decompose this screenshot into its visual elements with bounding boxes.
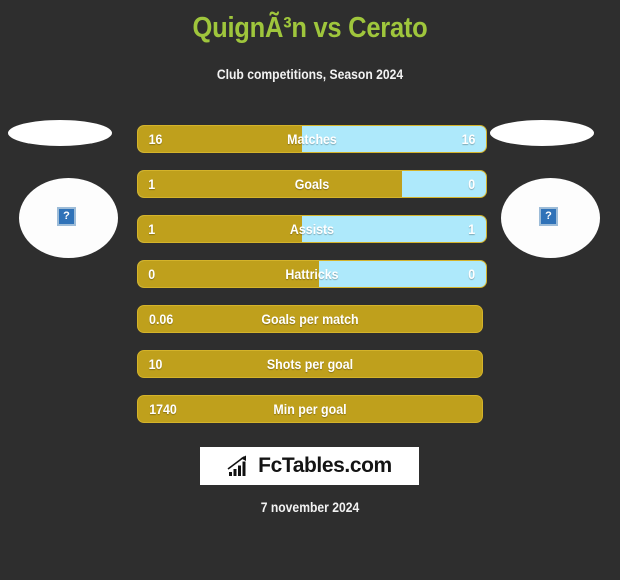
stat-bar: 1 Goals 0 bbox=[137, 170, 487, 198]
page-subtitle: Club competitions, Season 2024 bbox=[216, 67, 404, 82]
stat-value-right: 0 bbox=[468, 266, 476, 282]
stat-label: Matches bbox=[287, 131, 337, 147]
broken-image-icon: ? bbox=[57, 207, 76, 226]
stat-bar: 1740 Min per goal bbox=[137, 395, 483, 423]
stat-label: Assists bbox=[289, 221, 335, 237]
stat-value-right: 0 bbox=[468, 176, 476, 192]
stat-bar: 16 Matches 16 bbox=[137, 125, 487, 153]
broken-image-icon: ? bbox=[539, 207, 558, 226]
page-title: QuignÃ³n vs Cerato bbox=[192, 12, 428, 44]
player-right-avatar: ? bbox=[490, 112, 608, 262]
stat-bars-list: 16 Matches 16 1 Goals 0 1 Assists 1 0 Hattricks 0 0.… bbox=[137, 125, 487, 440]
stat-bar: 1 Assists 1 bbox=[137, 215, 487, 243]
bar-chart-trend-icon bbox=[227, 455, 247, 476]
stat-label: Min per goal bbox=[273, 401, 347, 417]
player-left-shadow-ellipse bbox=[8, 120, 112, 146]
player-right-shadow-ellipse bbox=[490, 120, 594, 146]
fctables-logo[interactable]: FcTables.com bbox=[200, 447, 419, 485]
player-left-avatar: ? bbox=[8, 112, 126, 262]
stat-label: Goals per match bbox=[261, 311, 359, 327]
stat-bar: 0.06 Goals per match bbox=[137, 305, 483, 333]
stat-value-right: 16 bbox=[461, 131, 476, 147]
stat-bar: 0 Hattricks 0 bbox=[137, 260, 487, 288]
stat-bar: 10 Shots per goal bbox=[137, 350, 483, 378]
stat-label: Hattricks bbox=[285, 266, 339, 282]
stat-value-right: 1 bbox=[468, 221, 476, 237]
match-date: 7 november 2024 bbox=[260, 500, 360, 515]
stat-label: Shots per goal bbox=[266, 356, 354, 372]
stat-label: Goals bbox=[294, 176, 330, 192]
fctables-logo-text: FcTables.com bbox=[258, 454, 392, 477]
